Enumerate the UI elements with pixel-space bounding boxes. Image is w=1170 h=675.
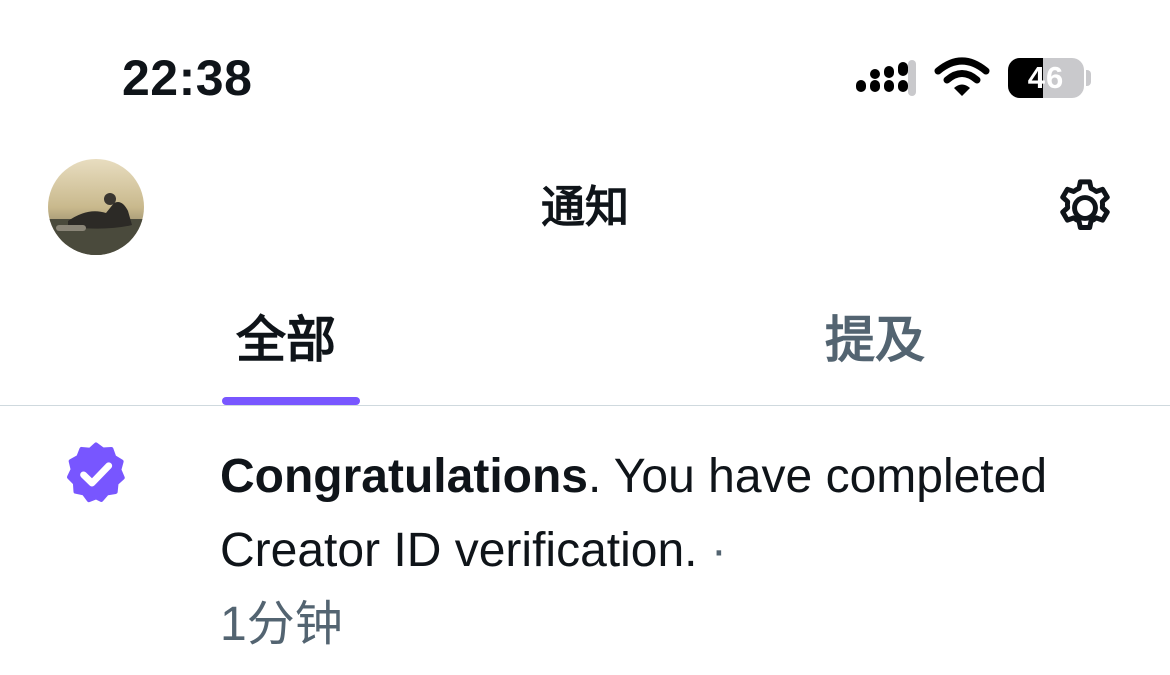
notification-item[interactable]: Congratulations. You have completed Crea… <box>0 406 1170 675</box>
notification-separator: · <box>697 524 727 577</box>
tab-mentions[interactable]: 提及 <box>585 292 1170 405</box>
verified-badge-icon <box>66 442 125 503</box>
header: 通知 <box>0 150 1170 268</box>
active-tab-indicator <box>222 397 360 405</box>
tab-all[interactable]: 全部 <box>0 292 585 405</box>
battery-level: 46 <box>1027 60 1065 95</box>
tab-mentions-label: 提及 <box>825 312 925 368</box>
notification-text: Congratulations. You have completed Crea… <box>220 440 1150 662</box>
tab-all-label: 全部 <box>236 312 336 368</box>
notification-tabs: 全部 提及 <box>0 292 1170 406</box>
battery-cap <box>1086 70 1091 86</box>
notifications-screen: 22:38 46 通知 全部 提及 Congratulations. You h… <box>0 0 1170 675</box>
notification-title: Congratulations <box>220 450 588 503</box>
status-time: 22:38 <box>122 50 253 106</box>
gear-icon[interactable] <box>1052 175 1118 241</box>
page-title: 通知 <box>541 183 629 232</box>
status-bar: 22:38 46 <box>0 0 1170 150</box>
battery-icon: 46 <box>1008 58 1084 98</box>
wifi-icon <box>934 57 990 96</box>
cellular-signal-icon <box>856 60 916 96</box>
notification-time: 1分钟 <box>220 598 343 651</box>
